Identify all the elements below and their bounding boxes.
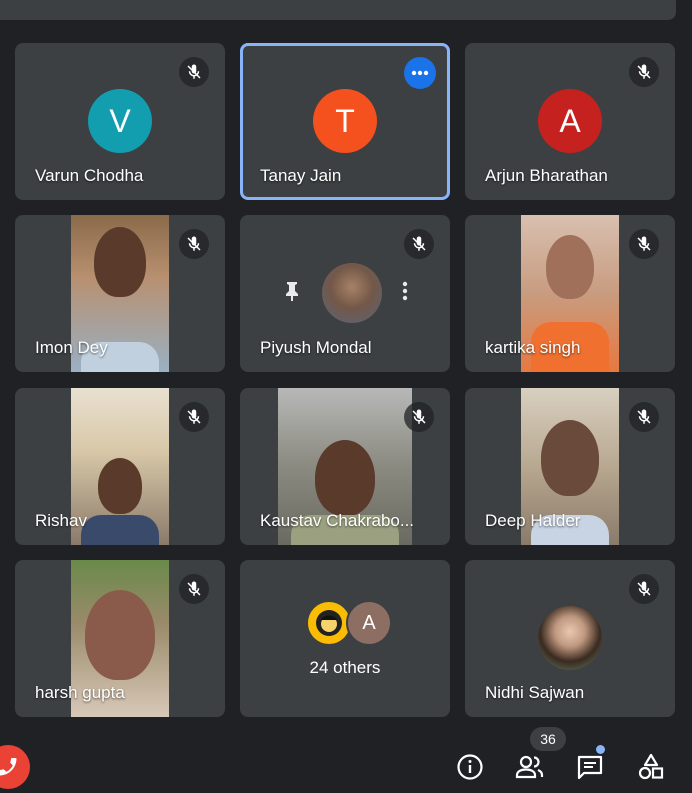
activities-button[interactable] xyxy=(634,750,668,784)
participant-tile-arjun[interactable]: A Arjun Bharathan xyxy=(465,43,675,200)
participant-tile-tanay[interactable]: T Tanay Jain xyxy=(240,43,450,200)
people-icon xyxy=(515,755,544,779)
mic-off-icon xyxy=(629,402,659,432)
people-button[interactable] xyxy=(513,750,547,784)
participant-name: Arjun Bharathan xyxy=(485,166,608,185)
pin-icon[interactable] xyxy=(282,280,302,307)
top-bar xyxy=(0,0,676,20)
participant-tile-piyush[interactable]: Piyush Mondal xyxy=(240,215,450,372)
chat-notification-dot xyxy=(596,745,605,754)
participant-tile-deep[interactable]: Deep Halder xyxy=(465,388,675,545)
participant-name: Piyush Mondal xyxy=(260,338,372,357)
info-icon xyxy=(457,754,483,780)
participant-name: Imon Dey xyxy=(35,338,108,357)
mic-off-icon xyxy=(404,229,434,259)
participant-tile-varun[interactable]: V Varun Chodha xyxy=(15,43,225,200)
more-options-icon[interactable] xyxy=(404,57,436,89)
participant-name: Tanay Jain xyxy=(260,166,342,185)
participant-tile-nidhi[interactable]: Nidhi Sajwan xyxy=(465,560,675,717)
participant-name: Kaustav Chakrabo... xyxy=(260,511,415,530)
chat-button[interactable] xyxy=(573,750,607,784)
mic-off-icon xyxy=(179,229,209,259)
activities-icon xyxy=(638,753,664,780)
participant-tile-imon[interactable]: Imon Dey xyxy=(15,215,225,372)
participant-tile-rishav[interactable]: Rishav xyxy=(15,388,225,545)
avatar: V xyxy=(88,89,152,153)
mic-off-icon xyxy=(629,574,659,604)
avatar: T xyxy=(313,89,377,153)
participant-name: kartika singh xyxy=(485,338,581,357)
mic-off-icon xyxy=(179,574,209,604)
mic-off-icon xyxy=(629,229,659,259)
end-call-button[interactable] xyxy=(0,745,30,789)
more-options-icon[interactable] xyxy=(402,281,408,306)
participant-name: Nidhi Sajwan xyxy=(485,683,585,702)
mic-off-icon xyxy=(179,57,209,87)
participant-thumbnail xyxy=(322,263,382,323)
participant-tile-kaustav[interactable]: Kaustav Chakrabo... xyxy=(240,388,450,545)
others-tile[interactable]: A 24 others xyxy=(240,560,450,717)
tile-hover-controls xyxy=(262,263,428,323)
participant-name: harsh gupta xyxy=(35,683,125,702)
chat-icon xyxy=(577,755,603,780)
profile-photo xyxy=(538,606,602,670)
mic-off-icon xyxy=(629,57,659,87)
others-count-label: 24 others xyxy=(309,658,381,677)
meeting-details-button[interactable] xyxy=(453,750,487,784)
participant-tile-harsh[interactable]: harsh gupta xyxy=(15,560,225,717)
avatar: A xyxy=(538,89,602,153)
participant-name: Rishav xyxy=(35,511,87,530)
avatar: A xyxy=(346,600,392,646)
participant-name: Varun Chodha xyxy=(35,166,144,185)
participant-name: Deep Halder xyxy=(485,511,581,530)
mic-off-icon xyxy=(179,402,209,432)
participant-count-badge: 36 xyxy=(530,727,566,751)
participant-tile-kartika[interactable]: kartika singh xyxy=(465,215,675,372)
mic-off-icon xyxy=(404,402,434,432)
others-avatars: A xyxy=(306,600,392,646)
